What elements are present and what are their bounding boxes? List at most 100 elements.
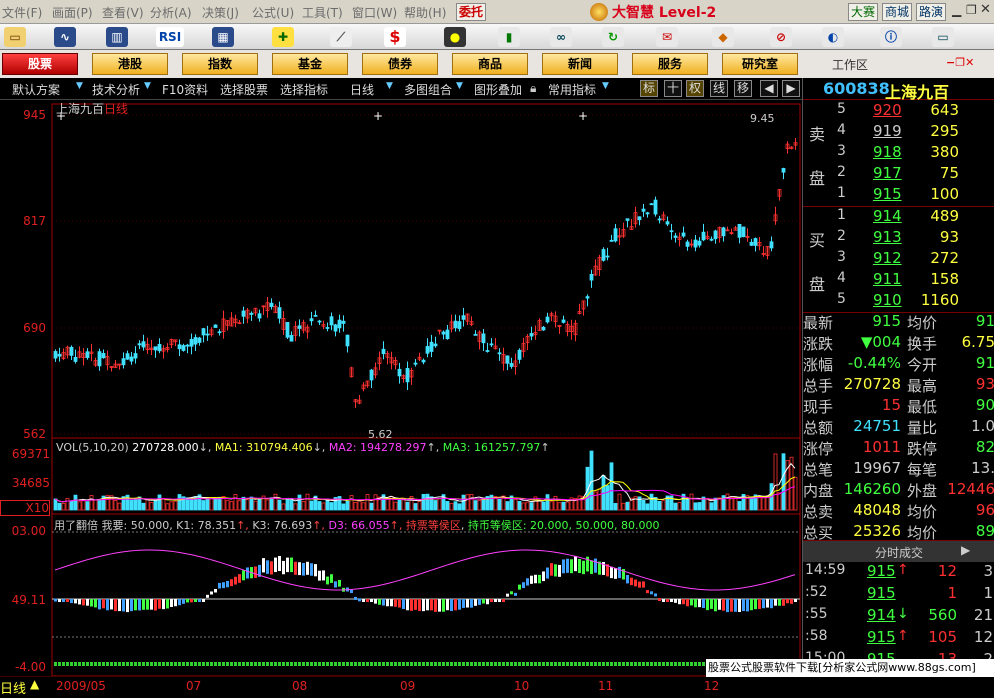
ticks-header[interactable]: 分时成交 ▶	[803, 540, 994, 562]
close-icon[interactable]: ✕	[980, 2, 992, 18]
contest-button[interactable]: 大赛	[848, 3, 878, 21]
menu-tools[interactable]: 工具(T)	[302, 4, 343, 21]
indicator-bar	[278, 555, 281, 572]
stat-value: 91	[975, 354, 994, 372]
menu-formula[interactable]: 公式(U)	[252, 4, 294, 21]
kline-icon[interactable]: ▥	[106, 27, 128, 47]
workspace-label[interactable]: 工作区	[832, 56, 868, 73]
chevron-down-icon[interactable]: ▼	[386, 81, 393, 91]
bars-icon[interactable]: ▮	[498, 27, 520, 47]
diamond-icon[interactable]: ◆	[712, 27, 734, 47]
indicator-base-tick	[618, 662, 621, 666]
prev-icon[interactable]: ◀	[760, 80, 778, 97]
volume-bar	[189, 497, 194, 511]
indicator-bar	[150, 599, 153, 610]
volume-bar	[53, 498, 58, 511]
func-multi-chart[interactable]: 多图组合	[404, 81, 452, 98]
candle-body	[181, 345, 186, 351]
indicator-bar	[782, 599, 785, 606]
lock-icon[interactable]: 🔒︎	[530, 81, 536, 96]
toggle-line[interactable]: 线	[710, 80, 728, 97]
cat-service[interactable]: 服务	[632, 53, 708, 75]
func-default-scheme[interactable]: 默认方案	[12, 81, 60, 98]
crosshair-icon[interactable]: ✚	[272, 27, 294, 47]
triangle-icon[interactable]: ▲	[30, 677, 39, 691]
ruler-icon[interactable]: ⟋	[330, 27, 352, 47]
func-tech-analysis[interactable]: 技术分析	[92, 81, 140, 98]
indicator-bar	[778, 599, 781, 606]
menu-analysis[interactable]: 分析(A)	[150, 4, 192, 21]
toggle-cross[interactable]: 十	[664, 80, 682, 97]
indicator-bar	[318, 570, 321, 581]
candle-body	[657, 218, 662, 221]
cat-news[interactable]: 新闻	[542, 53, 618, 75]
next-icon[interactable]: ▶	[782, 80, 800, 97]
cat-fund[interactable]: 基金	[272, 53, 348, 75]
func-f10[interactable]: F10资料	[162, 81, 208, 98]
menu-window[interactable]: 窗口(W)	[352, 4, 397, 21]
volume-bar	[161, 497, 166, 511]
menu-decision[interactable]: 决策(J)	[202, 4, 239, 21]
func-common-indicator[interactable]: 常用指标	[548, 81, 596, 98]
cat-stocks[interactable]: 股票	[2, 53, 78, 75]
restore-icon[interactable]: ❐	[966, 3, 978, 19]
grid-icon[interactable]: ▦	[212, 27, 234, 47]
chevron-down-icon[interactable]: ▼	[144, 81, 151, 91]
func-select-indicator[interactable]: 选择指标	[280, 81, 328, 98]
info-icon[interactable]: ⓘ	[880, 27, 902, 47]
toggle-move[interactable]: 移	[734, 80, 752, 97]
chevron-right-icon[interactable]: ▶	[961, 543, 970, 557]
kline-chart[interactable]: + + +	[0, 100, 802, 676]
tick-time: :58	[805, 628, 828, 644]
cat-index[interactable]: 指数	[182, 53, 258, 75]
menu-view-screen[interactable]: 画面(P)	[52, 4, 93, 21]
toggle-mark[interactable]: 标	[640, 80, 658, 97]
refresh-icon[interactable]: ↻	[602, 27, 624, 47]
candle-body	[257, 313, 262, 319]
func-overlay[interactable]: 图形叠加	[474, 81, 522, 98]
indicator-bar	[378, 599, 381, 605]
toggle-rights[interactable]: 权	[686, 80, 704, 97]
minimize-icon[interactable]: ▁	[952, 3, 964, 19]
indicator-bar	[714, 599, 717, 612]
volume-bar	[621, 502, 626, 511]
message-icon[interactable]: ✉	[656, 27, 678, 47]
workspace-window-controls[interactable]: −❐✕	[946, 56, 974, 69]
func-daily[interactable]: 日线	[350, 81, 374, 98]
chevron-down-icon[interactable]: ▼	[76, 81, 83, 91]
cat-bond[interactable]: 债券	[362, 53, 438, 75]
entrust-button[interactable]: 委托	[456, 3, 486, 21]
chevron-down-icon[interactable]: ▼	[602, 81, 609, 91]
window-icon[interactable]: ▭	[932, 27, 954, 47]
signal-icon[interactable]: ●	[444, 27, 466, 47]
indicator-bar	[118, 599, 121, 612]
volume-bar	[145, 499, 150, 511]
cat-hk[interactable]: 港股	[92, 53, 168, 75]
menu-file[interactable]: 文件(F)	[2, 4, 42, 21]
volume-bar	[613, 503, 618, 511]
stop-icon[interactable]: ⊘	[770, 27, 792, 47]
cat-commodity[interactable]: 商品	[452, 53, 528, 75]
rsi-icon[interactable]: RSI	[156, 27, 184, 47]
folder-icon[interactable]: ▭	[4, 27, 26, 47]
indicator-bar	[370, 599, 373, 602]
binoculars-icon[interactable]: ∞	[550, 27, 572, 47]
menu-help[interactable]: 帮助(H)	[404, 4, 446, 21]
chart-area[interactable]: + + + 上海九百 日线 9.45 5.62 945 817 690 562 …	[0, 100, 802, 676]
roadshow-button[interactable]: 路演	[916, 3, 946, 21]
mall-button[interactable]: 商城	[882, 3, 912, 21]
volume-bar	[761, 496, 766, 511]
volume-bar	[149, 502, 154, 511]
indicator-bar	[186, 599, 189, 603]
volume-bar	[169, 501, 174, 511]
line-chart-icon[interactable]: ∿	[54, 27, 76, 47]
candle-body	[429, 341, 434, 352]
menu-view[interactable]: 查看(V)	[102, 4, 144, 21]
func-select-stock[interactable]: 选择股票	[220, 81, 268, 98]
chevron-down-icon[interactable]: ▼	[456, 81, 463, 91]
volume-bar	[421, 493, 426, 511]
globe-icon[interactable]: ◐	[822, 27, 844, 47]
cat-research[interactable]: 研究室	[722, 53, 798, 75]
dollar-icon[interactable]: $	[384, 27, 406, 47]
footer-period[interactable]: 日线	[0, 678, 26, 697]
